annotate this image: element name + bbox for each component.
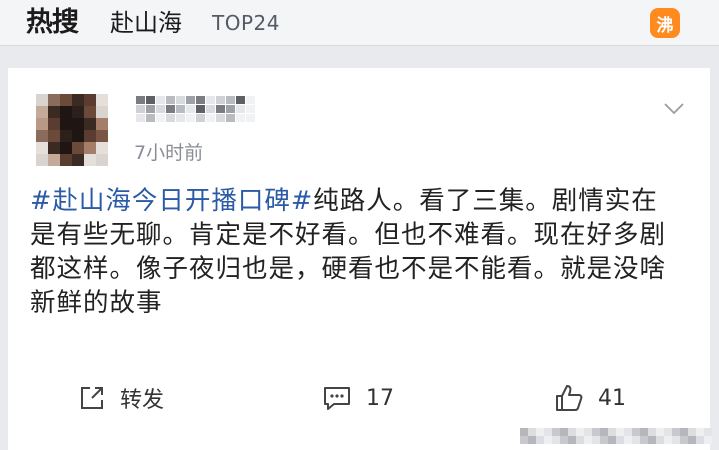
hashtag-link[interactable]: #赴山海今日开播口碑# <box>30 186 313 216</box>
top-bar: 热搜 赴山海 TOP24 沸 <box>0 0 719 46</box>
comment-button[interactable]: 17 <box>322 380 394 416</box>
avatar[interactable] <box>36 94 108 166</box>
rank-label: TOP24 <box>212 11 280 35</box>
hot-search-logo[interactable]: 热搜 <box>26 7 79 39</box>
topic-title: 赴山海 <box>110 9 182 37</box>
chevron-down-icon[interactable] <box>662 101 686 117</box>
comment-icon <box>324 387 350 410</box>
comment-count: 17 <box>366 385 394 411</box>
hot-badge-label: 沸 <box>656 15 674 36</box>
logo-text: 热搜 <box>26 7 79 38</box>
thumbs-up-icon <box>556 385 583 411</box>
action-bar: 转发 17 41 <box>8 368 710 428</box>
username-blurred[interactable] <box>136 96 255 122</box>
repost-button[interactable]: 转发 <box>78 380 164 416</box>
hot-badge: 沸 <box>650 8 680 38</box>
post-card: 7小时前 #赴山海今日开播口碑#纯路人。看了三集。剧情实在是有些无聊。肯定是不好… <box>8 68 710 450</box>
watermark-blur <box>520 428 712 446</box>
post-text: #赴山海今日开播口碑#纯路人。看了三集。剧情实在是有些无聊。肯定是不好看。但也不… <box>30 184 670 320</box>
repost-label: 转发 <box>120 388 165 413</box>
like-count: 41 <box>598 385 626 411</box>
like-button[interactable]: 41 <box>554 380 626 416</box>
post-time: 7小时前 <box>134 142 204 164</box>
share-square-icon <box>81 387 103 409</box>
